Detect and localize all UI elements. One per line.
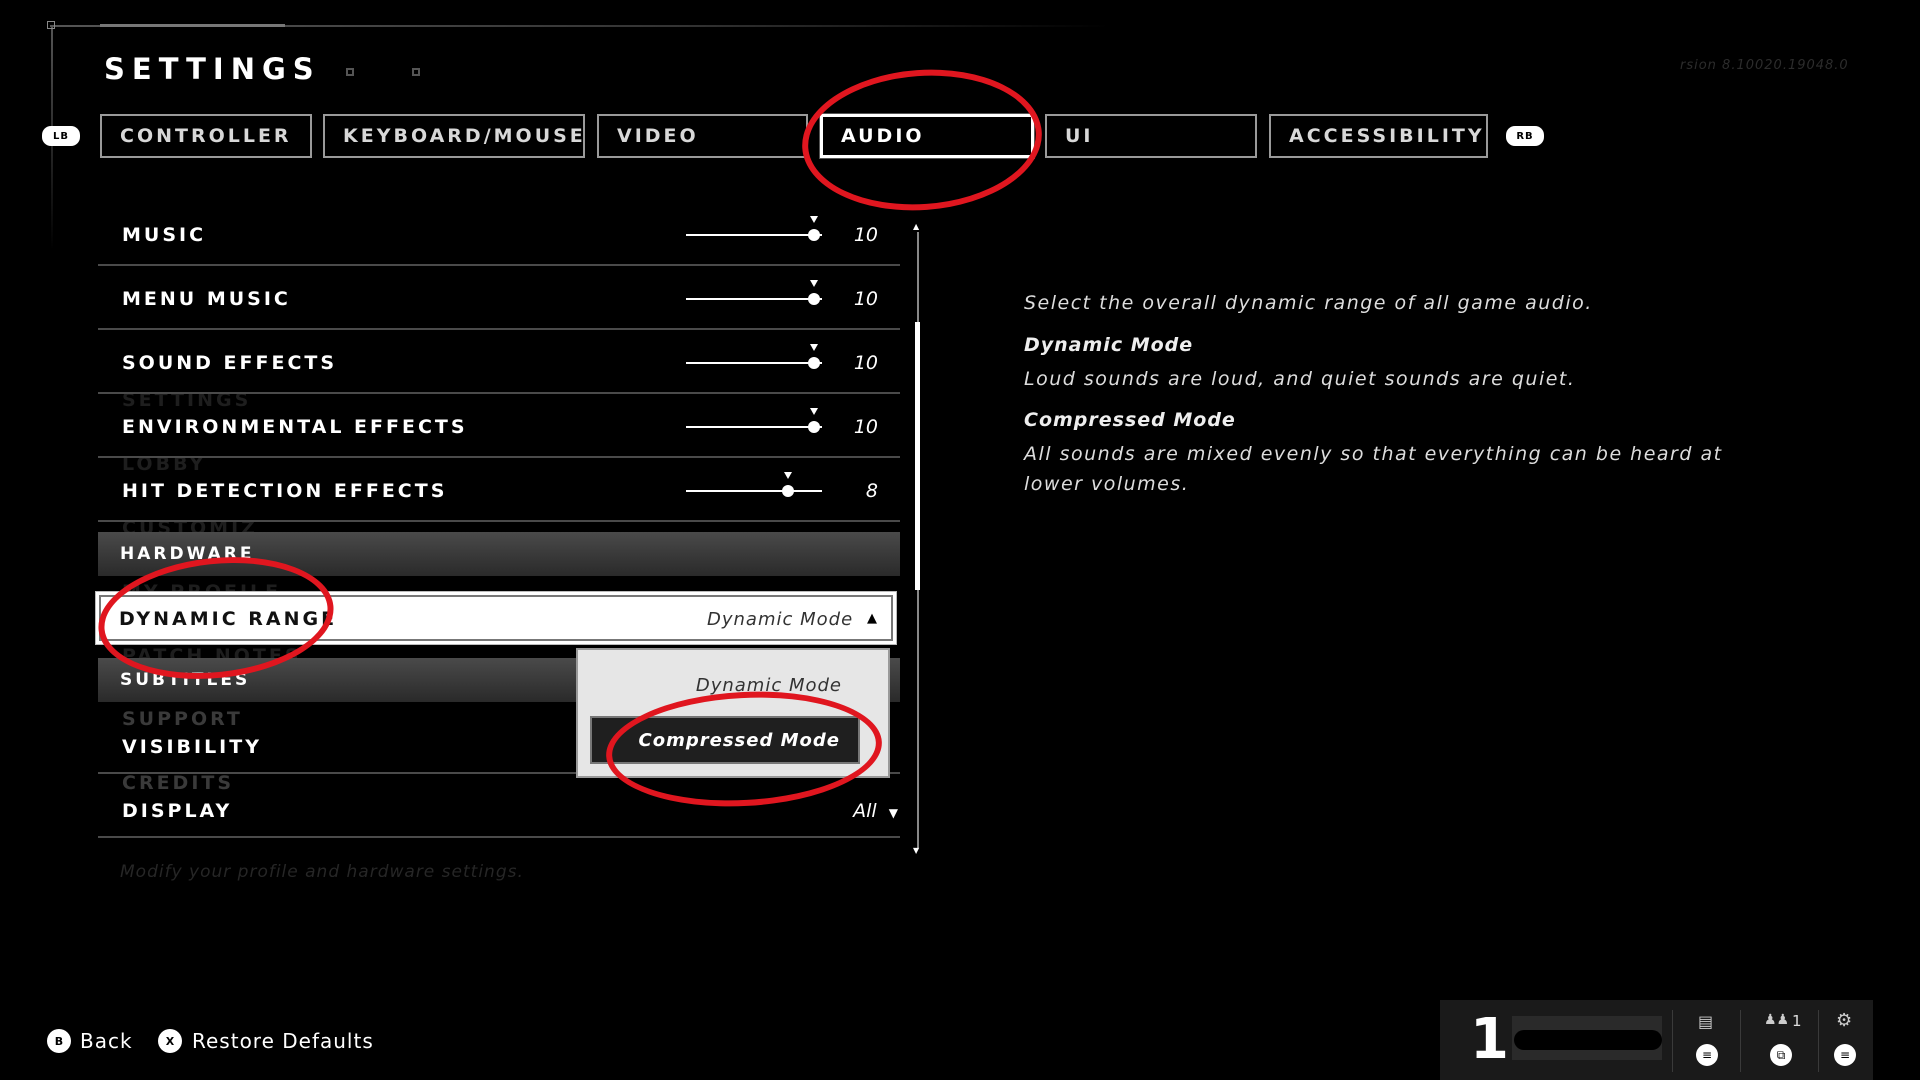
description-intro: Select the overall dynamic range of all … [1024, 292, 1593, 314]
environmental-effects-slider[interactable] [686, 408, 822, 433]
sound-effects-row[interactable]: SOUND EFFECTS 10 [98, 332, 900, 394]
slider-pointer-icon [784, 472, 792, 479]
description-mode2-text: All sounds are mixed evenly so that ever… [1024, 443, 1723, 495]
gear-icon[interactable]: ⚙ [1836, 1010, 1852, 1031]
sound-effects-slider[interactable] [686, 344, 822, 369]
header-dot [412, 68, 420, 76]
row-label: SOUND EFFECTS [122, 352, 338, 374]
x-button-icon: X [158, 1029, 182, 1053]
scroll-down-icon[interactable]: ▼ [913, 846, 919, 855]
hit-detection-effects-row[interactable]: HIT DETECTION EFFECTS 8 [98, 460, 900, 522]
row-value: 10 [853, 288, 878, 310]
annotation-circle-audio-tab [797, 61, 1047, 219]
row-label: ENVIRONMENTAL EFFECTS [122, 416, 468, 438]
party-count: 1 [1792, 1012, 1802, 1030]
version-text: rsion 8.10020.19048.0 [1680, 58, 1849, 73]
option-dynamic-mode[interactable]: Dynamic Mode [578, 675, 842, 696]
hud-divider [1740, 1010, 1741, 1072]
back-button[interactable]: Back [80, 1029, 133, 1053]
redacted-gamertag [1514, 1030, 1662, 1050]
page-title: SETTINGS [104, 52, 321, 86]
music-slider[interactable] [686, 216, 822, 241]
row-value: 8 [865, 480, 878, 502]
chat-icon[interactable]: ▤ [1698, 1012, 1713, 1031]
restore-defaults-button[interactable]: Restore Defaults [192, 1029, 374, 1053]
tab-accessibility[interactable]: ACCESSIBILITY [1269, 114, 1488, 158]
header-dot [346, 68, 354, 76]
slider-knob[interactable] [808, 229, 820, 241]
row-label: HIT DETECTION EFFECTS [122, 480, 448, 502]
ghost-footer-hint: Modify your profile and hardware setting… [120, 862, 524, 882]
description-mode1-text: Loud sounds are loud, and quiet sounds a… [1024, 368, 1576, 390]
row-label: VISIBILITY [122, 736, 262, 758]
menu-button-icon[interactable]: ≡ [1834, 1044, 1856, 1066]
row-value: 10 [853, 352, 878, 374]
slider-pointer-icon [810, 344, 818, 351]
slider-pointer-icon [810, 408, 818, 415]
caret-down-icon: ▼ [888, 806, 898, 820]
slider-pointer-icon [810, 280, 818, 287]
row-label: MENU MUSIC [122, 288, 291, 310]
b-button-icon: B [47, 1029, 71, 1053]
menu-music-slider[interactable] [686, 280, 822, 305]
slider-knob[interactable] [808, 421, 820, 433]
menu-button-icon[interactable]: ≡ [1696, 1044, 1718, 1066]
hit-detection-effects-slider[interactable] [686, 472, 822, 497]
top-divider-highlight [100, 24, 285, 27]
hud-divider [1672, 1010, 1673, 1072]
slider-knob[interactable] [808, 293, 820, 305]
slider-knob[interactable] [782, 485, 794, 497]
player-number: 1 [1470, 1007, 1509, 1072]
scrollbar-thumb[interactable] [915, 322, 920, 590]
lb-bumper-icon[interactable]: LB [42, 126, 80, 146]
scroll-up-icon[interactable]: ▲ [913, 222, 919, 231]
tab-video[interactable]: VIDEO [597, 114, 808, 158]
description-mode1-title: Dynamic Mode [1024, 334, 1194, 356]
frame-corner [47, 21, 55, 29]
menu-music-row[interactable]: MENU MUSIC 10 [98, 268, 900, 330]
player-hud: 1 ▤ ≡ ♟♟ 1 ⧉ ⚙ ≡ [1440, 1000, 1873, 1080]
dynamic-range-value: Dynamic Mode [707, 609, 854, 630]
row-label: DISPLAY [122, 800, 233, 822]
music-row[interactable]: MUSIC 10 [98, 204, 900, 266]
hud-divider [1818, 1010, 1819, 1072]
description-mode2-title: Compressed Mode [1024, 409, 1236, 431]
slider-knob[interactable] [808, 357, 820, 369]
row-value: 10 [853, 416, 878, 438]
party-icon[interactable]: ♟♟ [1764, 1012, 1789, 1028]
display-value: All ▼ [853, 800, 898, 822]
caret-up-icon: ▲ [867, 611, 877, 626]
view-button-icon[interactable]: ⧉ [1770, 1044, 1792, 1066]
row-value: 10 [853, 224, 878, 246]
tab-ui[interactable]: UI [1045, 114, 1257, 158]
slider-pointer-icon [810, 216, 818, 223]
environmental-effects-row[interactable]: ENVIRONMENTAL EFFECTS 10 [98, 396, 900, 458]
rb-bumper-icon[interactable]: RB [1506, 126, 1544, 146]
tab-controller[interactable]: CONTROLLER [100, 114, 312, 158]
tab-keyboard-mouse[interactable]: KEYBOARD/MOUSE [323, 114, 585, 158]
row-label: MUSIC [122, 224, 207, 246]
